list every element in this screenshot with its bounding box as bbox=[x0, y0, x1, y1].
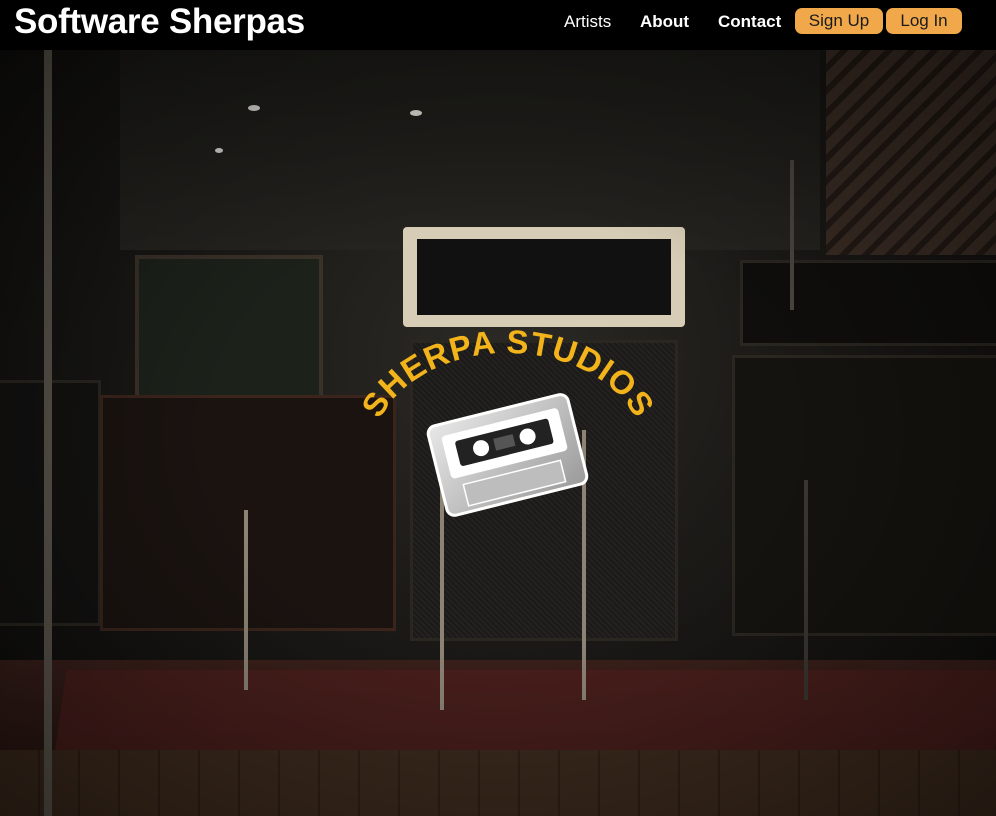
log-in-button[interactable]: Log In bbox=[886, 8, 962, 34]
cassette-tape-icon bbox=[426, 393, 589, 517]
nav-link-contact[interactable]: Contact bbox=[718, 12, 781, 32]
hero-background-image: SHERPA STUDIOS bbox=[0, 50, 996, 816]
sherpa-studios-logo: SHERPA STUDIOS bbox=[354, 323, 661, 517]
sign-up-button[interactable]: Sign Up bbox=[795, 8, 883, 34]
site-brand[interactable]: Software Sherpas bbox=[14, 2, 305, 42]
nav-link-artists[interactable]: Artists bbox=[564, 12, 611, 32]
top-navbar: Software Sherpas Artists About Contact S… bbox=[0, 0, 996, 50]
nav-link-about[interactable]: About bbox=[640, 12, 689, 32]
